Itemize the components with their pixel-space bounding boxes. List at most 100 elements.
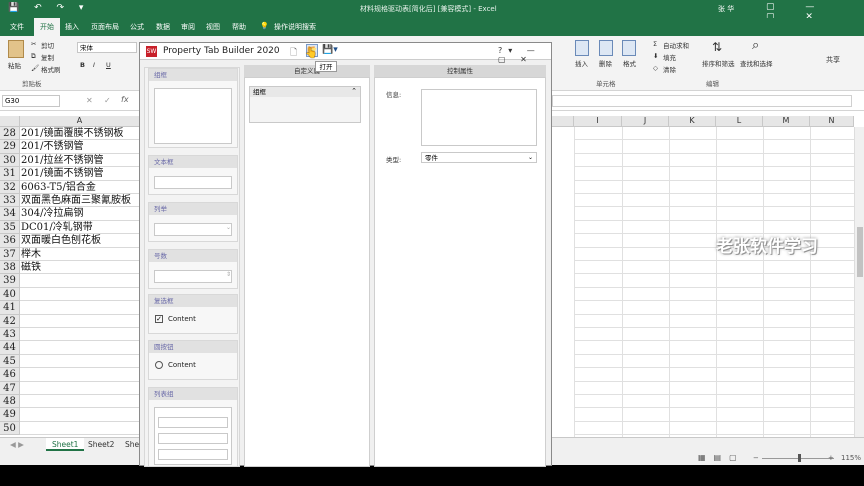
row-header[interactable]: 43 [0,328,20,342]
cell-a[interactable] [20,395,140,409]
row-header[interactable]: 46 [0,368,20,382]
cell-a[interactable]: 双面黑色麻面三聚氰胺板 [20,194,140,208]
palette-checkbox[interactable]: 复选框 ✓ Content [148,294,238,334]
type-select[interactable]: 零件 ⌄ [421,152,537,163]
underline-button[interactable]: U [106,61,111,69]
cell-a[interactable]: 201/拉丝不锈钢管 [20,154,140,168]
formula-input[interactable] [552,95,852,107]
palette-textbox[interactable]: 文本框 [148,155,238,195]
column-header-h[interactable] [552,116,574,127]
cell-a[interactable] [20,422,140,436]
tab-insert[interactable]: 插入 [65,22,79,32]
palette-list[interactable]: 列举 ⌄ [148,202,238,242]
custom-properties-canvas[interactable] [244,77,370,467]
row-header[interactable]: 31 [0,167,20,181]
tab-page-layout[interactable]: 页面布局 [91,22,119,32]
tab-view[interactable]: 视图 [206,22,220,32]
column-header-j[interactable]: J [622,116,669,127]
new-file-icon[interactable]: 🗋 [290,45,297,61]
copy-button[interactable]: 复制 [41,52,54,62]
column-header-a[interactable]: A [20,116,140,127]
italic-button[interactable]: I [93,61,95,69]
row-header[interactable]: 29 [0,140,20,154]
sheet-tab-sheet2[interactable]: Sheet2 [82,438,120,451]
cell-a[interactable] [20,301,140,315]
check-icon[interactable]: ✓ [104,96,111,105]
row-header[interactable]: 28 [0,127,20,141]
cell-a[interactable]: 201/不锈钢管 [20,140,140,154]
fx-icon[interactable]: fx [121,95,129,104]
format-button[interactable]: 格式 [623,58,636,68]
column-header-k[interactable]: K [669,116,716,127]
cell-a[interactable] [20,355,140,369]
row-header[interactable]: 41 [0,301,20,315]
select-all-corner[interactable] [0,116,20,127]
column-header-i[interactable]: I [574,116,622,127]
row-header[interactable]: 36 [0,234,20,248]
row-header[interactable]: 32 [0,180,20,194]
cell-a[interactable] [20,382,140,395]
delete-button[interactable]: 删除 [599,58,612,68]
font-name-select[interactable]: 宋体 [77,42,137,53]
dialog-window-buttons[interactable]: ?▾ — ▢ ✕ [498,46,551,64]
cell-a[interactable] [20,274,140,288]
zoom-slider-thumb[interactable] [798,454,801,462]
row-header[interactable]: 45 [0,354,20,369]
row-header[interactable]: 44 [0,341,20,355]
row-header[interactable]: 40 [0,287,20,302]
tell-me-search[interactable]: 操作说明搜索 [274,22,316,32]
share-button[interactable]: 共享 [826,55,840,65]
row-header[interactable]: 39 [0,274,20,288]
fill-button[interactable]: 填充 [663,52,676,62]
cell-a[interactable]: 201/镜面覆膜不锈钢板 [20,127,140,141]
zoom-out-button[interactable]: − [753,454,759,462]
sheet-nav-arrows[interactable]: ◀ ▶ [4,438,30,451]
cell-a[interactable]: 榉木 [20,248,140,261]
cell-a[interactable] [20,288,140,302]
view-buttons[interactable]: ▦▤▢ [698,453,745,462]
row-header[interactable]: 49 [0,408,20,422]
row-header[interactable]: 42 [0,314,20,328]
column-header-l[interactable]: L [716,116,763,127]
cell-a[interactable] [20,315,140,328]
tab-home[interactable]: 开始 [34,18,60,36]
cell-a[interactable] [20,328,140,342]
paste-icon[interactable] [8,40,24,58]
row-header[interactable]: 34 [0,207,20,221]
cell-a[interactable]: 304/冷拉扁钢 [20,207,140,221]
row-header[interactable]: 33 [0,194,20,208]
row-header[interactable]: 48 [0,395,20,409]
sort-filter-button[interactable]: 排序和筛选 [702,58,735,68]
palette-radio[interactable]: 圆按钮 Content [148,340,238,380]
save-icon[interactable]: 💾▾ [322,45,338,55]
tab-review[interactable]: 审阅 [181,22,195,32]
palette-groupbox[interactable]: 组框 [148,68,238,148]
tab-help[interactable]: 帮助 [232,22,246,32]
format-painter-button[interactable]: 格式刷 [41,64,61,74]
row-header[interactable]: 30 [0,153,20,168]
row-header[interactable]: 38 [0,261,20,275]
collapse-icon[interactable]: ⌃ [351,87,357,95]
scrollbar-thumb[interactable] [857,227,863,277]
insert-button[interactable]: 插入 [575,58,588,68]
row-header[interactable]: 35 [0,220,20,235]
info-textarea[interactable] [421,89,537,146]
cell-a[interactable] [20,341,140,355]
row-header[interactable]: 37 [0,247,20,261]
paste-button[interactable]: 粘贴 [8,60,21,70]
cell-a[interactable]: 201/镜面不锈钢管 [20,167,140,181]
zoom-level[interactable]: 115% [841,454,861,462]
row-header[interactable]: 47 [0,381,20,395]
cell-a[interactable]: 磁铁 [20,261,140,275]
quick-access-toolbar[interactable]: 💾 ↶ ↷ ▾ [8,3,89,13]
cancel-icon[interactable]: ✕ [86,96,93,105]
cell-a[interactable]: 双面暖白色刨花板 [20,234,140,248]
bold-button[interactable]: B [80,61,85,69]
tab-formulas[interactable]: 公式 [130,22,144,32]
autosum-button[interactable]: 自动求和 [663,40,689,50]
zoom-in-button[interactable]: + [828,454,834,462]
find-select-button[interactable]: 查找和选择 [740,58,773,68]
tab-data[interactable]: 数据 [156,22,170,32]
column-header-m[interactable]: M [763,116,810,127]
clear-button[interactable]: 清除 [663,64,676,74]
